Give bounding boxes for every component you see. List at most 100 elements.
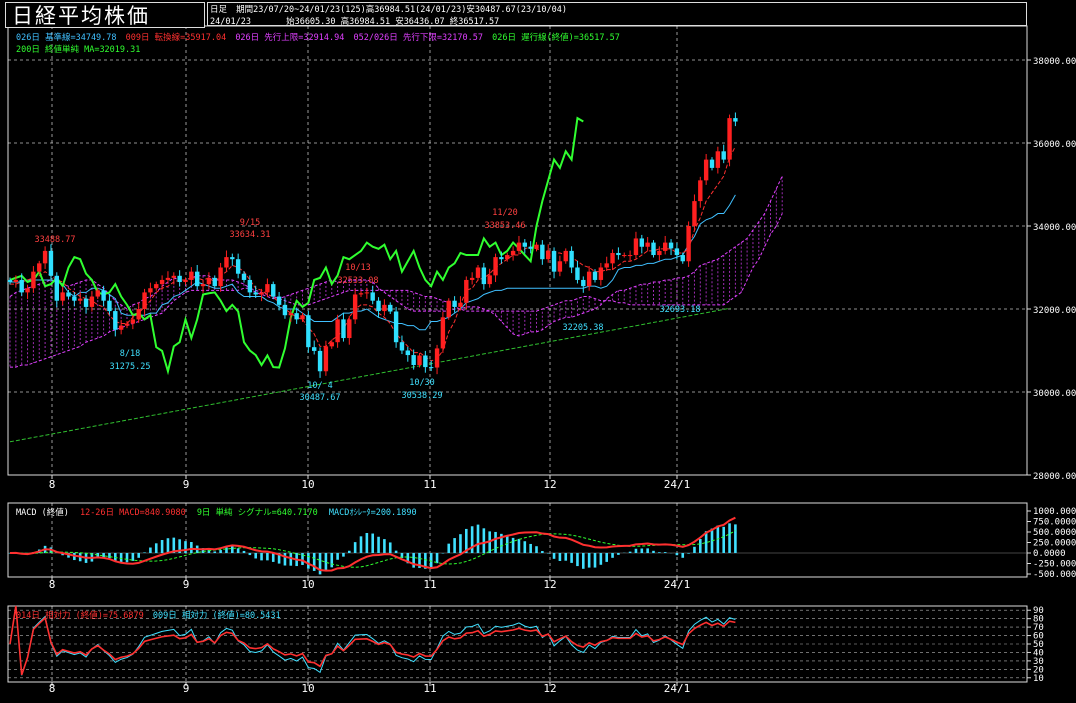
candle-body: [546, 251, 550, 259]
legend-senkou-a: 026日 先行上限=32914.94: [235, 33, 344, 43]
macd-bar: [524, 541, 527, 553]
x-tick-label: 9: [183, 478, 190, 491]
macd-bar: [336, 553, 339, 560]
candle-body: [60, 292, 64, 300]
macd-bar: [512, 538, 515, 553]
kijun-line: [10, 195, 735, 330]
candle-body: [359, 293, 363, 294]
candle-body: [569, 251, 573, 268]
y-tick-label: 36000.00: [1033, 140, 1076, 150]
candle-body: [72, 297, 76, 301]
candle-body: [523, 243, 527, 247]
y-tick-label: -500.0000: [1033, 570, 1076, 580]
candle-body: [347, 319, 351, 338]
candle-body: [25, 288, 29, 292]
candle-body: [651, 243, 655, 255]
macd-bar: [582, 553, 585, 569]
y-tick-label: 34000.00: [1033, 223, 1076, 233]
candle-body: [476, 268, 480, 278]
macd-bar: [348, 551, 351, 553]
price-annotation: 33853.46: [485, 221, 526, 231]
candle-body: [505, 255, 509, 259]
y-tick-label: 28000.00: [1033, 472, 1076, 482]
macd-bar: [734, 524, 737, 553]
candle-body: [107, 301, 111, 311]
macd-bar: [687, 553, 690, 554]
candle-body: [517, 243, 521, 251]
macd-bar: [447, 544, 450, 553]
candle-body: [177, 276, 181, 282]
ma200-line: [10, 308, 730, 442]
candle-body: [213, 278, 217, 286]
candle-body: [575, 268, 579, 280]
candle-body: [113, 311, 117, 330]
x-tick-label: 8: [49, 478, 56, 491]
candle-body: [458, 303, 462, 307]
macd-bar: [260, 553, 263, 560]
candle-body: [610, 253, 614, 263]
candles: [8, 112, 738, 377]
macd-bar: [190, 542, 193, 553]
candle-body: [400, 342, 404, 350]
candle-body: [376, 301, 380, 311]
price-annotation: 33634.31: [230, 230, 271, 240]
candle-body: [306, 315, 310, 347]
candle-body: [482, 268, 486, 285]
macd-bar: [167, 538, 170, 553]
candle-body: [131, 319, 135, 323]
period-text: 期間23/07/20~24/01/23(125)高36984.51(24/01/…: [236, 5, 567, 15]
macd-bar: [284, 553, 287, 565]
candle-body: [125, 324, 129, 326]
price-annotation: 8/18: [120, 349, 140, 359]
candle-body: [49, 251, 53, 276]
candle-body: [8, 280, 12, 282]
y-tick-label: 38000.00: [1033, 57, 1076, 67]
candle-body: [166, 278, 170, 280]
price-annotation: 30487.67: [300, 393, 341, 403]
candle-body: [324, 346, 328, 371]
macd-bar: [184, 541, 187, 553]
macd-bar: [699, 539, 702, 553]
legend-rsi14: 014日 相対力 (終値)=75.6879: [16, 611, 144, 621]
candle-body: [312, 347, 316, 351]
price-annotation: 10/30: [409, 378, 435, 388]
candle-body: [119, 326, 123, 330]
price-annotation: 30538.29: [402, 391, 443, 401]
candle-body: [20, 280, 24, 292]
candle-body: [283, 305, 287, 315]
price-annotation: 10/ 4: [307, 381, 333, 391]
candle-body: [353, 294, 357, 319]
candle-body: [137, 309, 141, 319]
candle-body: [640, 238, 644, 246]
macd-bar: [383, 539, 386, 553]
x-tick-label: 9: [183, 578, 190, 591]
candle-body: [14, 280, 18, 282]
candle-body: [101, 290, 105, 300]
x-tick-label: 11: [423, 478, 436, 491]
macd-bar: [213, 551, 216, 553]
macd-bar: [342, 553, 345, 557]
macd-bar: [319, 553, 322, 574]
macd-bar: [664, 552, 667, 553]
candle-body: [493, 257, 497, 275]
macd-bar: [483, 528, 486, 553]
candle-body: [605, 263, 609, 267]
x-tick-label: 11: [423, 682, 436, 695]
y-tick-label: 750.0000: [1033, 518, 1076, 528]
candle-body: [447, 301, 451, 318]
macd-bar: [354, 542, 357, 553]
macd-bar: [377, 537, 380, 553]
macd-bar: [553, 553, 556, 559]
candle-body: [552, 251, 556, 272]
macd-bar: [266, 553, 269, 560]
y-tick-label: 1000.0000: [1033, 507, 1076, 517]
candle-body: [470, 278, 474, 280]
y-tick-label: 250.0000: [1033, 539, 1076, 549]
candle-body: [511, 251, 515, 255]
candle-body: [488, 275, 492, 284]
price-annotation: 10/13: [345, 263, 371, 273]
macd-bar: [108, 553, 111, 558]
macd-bar: [360, 536, 363, 553]
macd-bar: [494, 532, 497, 553]
macd-bar: [570, 553, 573, 563]
